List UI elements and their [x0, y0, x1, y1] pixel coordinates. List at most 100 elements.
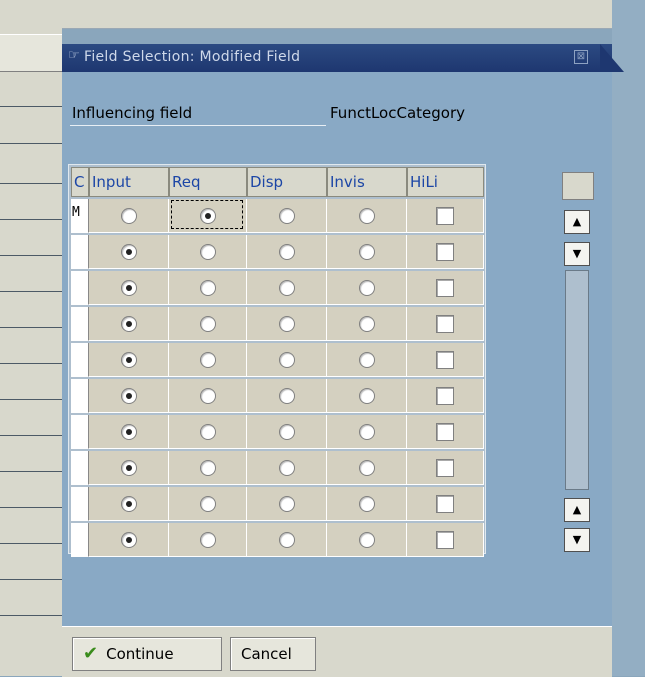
column-header-disp[interactable]: Disp [247, 167, 327, 197]
column-header-c[interactable]: C [71, 167, 89, 197]
radio-disp[interactable] [278, 531, 295, 548]
dialog-title: Field Selection: Modified Field [84, 49, 301, 65]
radio-invis[interactable] [358, 207, 375, 224]
background-divider [0, 143, 62, 144]
row-code-cell[interactable] [71, 307, 89, 341]
radio-invis[interactable] [358, 387, 375, 404]
checkbox-hili[interactable] [436, 206, 454, 225]
cell-invis [327, 415, 407, 449]
cell-input [89, 235, 169, 269]
radio-invis[interactable] [358, 243, 375, 260]
column-header-invis[interactable]: Invis [327, 167, 407, 197]
dialog-titlebar[interactable]: ☞ Field Selection: Modified Field ⊠ [62, 44, 624, 72]
checkbox-hili[interactable] [436, 494, 454, 513]
row-code-cell[interactable] [71, 487, 89, 521]
cell-hili [407, 307, 484, 341]
radio-req[interactable] [199, 423, 216, 440]
radio-disp[interactable] [278, 495, 295, 512]
row-code-cell[interactable] [71, 271, 89, 305]
radio-req[interactable] [199, 387, 216, 404]
radio-invis[interactable] [358, 351, 375, 368]
radio-req[interactable] [199, 495, 216, 512]
row-code-cell[interactable]: M [71, 199, 89, 233]
radio-input[interactable] [120, 387, 137, 404]
cell-hili [407, 235, 484, 269]
checkbox-hili[interactable] [436, 386, 454, 405]
radio-disp[interactable] [278, 207, 295, 224]
scrollbar-track[interactable] [565, 270, 589, 490]
cell-req [169, 199, 247, 233]
influencing-field-value: FunctLocCategory [330, 104, 465, 122]
radio-req[interactable] [199, 351, 216, 368]
radio-invis[interactable] [358, 279, 375, 296]
close-button[interactable]: ⊠ [574, 50, 588, 64]
background-divider [0, 106, 62, 107]
radio-disp[interactable] [278, 315, 295, 332]
checkbox-hili[interactable] [436, 242, 454, 261]
radio-input[interactable] [120, 531, 137, 548]
cell-hili [407, 523, 484, 557]
checkbox-hili[interactable] [436, 530, 454, 549]
cell-input [89, 343, 169, 377]
column-header-hili[interactable]: HiLi [407, 167, 484, 197]
radio-invis[interactable] [358, 459, 375, 476]
checkbox-hili[interactable] [436, 314, 454, 333]
scroll-page-down-button[interactable]: ▼ [564, 528, 590, 552]
background-divider [0, 471, 62, 472]
radio-invis[interactable] [358, 531, 375, 548]
table-row [71, 271, 484, 305]
field-selection-table: C Input Req Disp Invis HiLi M [68, 164, 486, 557]
checkbox-hili[interactable] [436, 278, 454, 297]
table-row [71, 451, 484, 485]
cell-invis [327, 199, 407, 233]
row-code-cell[interactable] [71, 415, 89, 449]
background-divider [0, 615, 62, 616]
row-code-cell[interactable] [71, 451, 89, 485]
radio-req[interactable] [199, 531, 216, 548]
column-header-input[interactable]: Input [89, 167, 169, 197]
checkbox-hili[interactable] [436, 350, 454, 369]
cell-disp [247, 199, 327, 233]
radio-input[interactable] [120, 459, 137, 476]
radio-disp[interactable] [278, 387, 295, 404]
radio-disp[interactable] [278, 243, 295, 260]
field-selection-dialog: ☞ Field Selection: Modified Field ⊠ Infl… [62, 44, 624, 677]
row-code-cell[interactable] [71, 235, 89, 269]
radio-input[interactable] [120, 315, 137, 332]
cell-req [169, 523, 247, 557]
row-code-cell[interactable] [71, 343, 89, 377]
radio-invis[interactable] [358, 495, 375, 512]
radio-req[interactable] [199, 279, 216, 296]
continue-button[interactable]: ✔ Continue [72, 637, 222, 671]
radio-input[interactable] [120, 207, 137, 224]
radio-input[interactable] [120, 243, 137, 260]
radio-input[interactable] [120, 351, 137, 368]
cell-req [169, 487, 247, 521]
dialog-icon: ☞ [68, 48, 80, 63]
radio-input[interactable] [120, 423, 137, 440]
radio-disp[interactable] [278, 459, 295, 476]
radio-req[interactable] [199, 315, 216, 332]
checkbox-hili[interactable] [436, 458, 454, 477]
scroll-up-icon[interactable]: ▲ [564, 498, 590, 522]
radio-invis[interactable] [358, 315, 375, 332]
radio-req[interactable] [199, 459, 216, 476]
scroll-page-up-button[interactable]: ▲ [564, 210, 590, 234]
row-code-cell[interactable] [71, 523, 89, 557]
table-settings-button[interactable] [562, 172, 594, 200]
checkbox-hili[interactable] [436, 422, 454, 441]
radio-input[interactable] [120, 495, 137, 512]
cell-disp [247, 487, 327, 521]
radio-disp[interactable] [278, 351, 295, 368]
radio-disp[interactable] [278, 423, 295, 440]
radio-disp[interactable] [278, 279, 295, 296]
row-code-cell[interactable] [71, 379, 89, 413]
column-header-req[interactable]: Req [169, 167, 247, 197]
radio-invis[interactable] [358, 423, 375, 440]
radio-req[interactable] [199, 243, 216, 260]
scroll-down-icon[interactable]: ▼ [564, 242, 590, 266]
cell-disp [247, 271, 327, 305]
table-row [71, 415, 484, 449]
radio-input[interactable] [120, 279, 137, 296]
cancel-button[interactable]: Cancel [230, 637, 316, 671]
